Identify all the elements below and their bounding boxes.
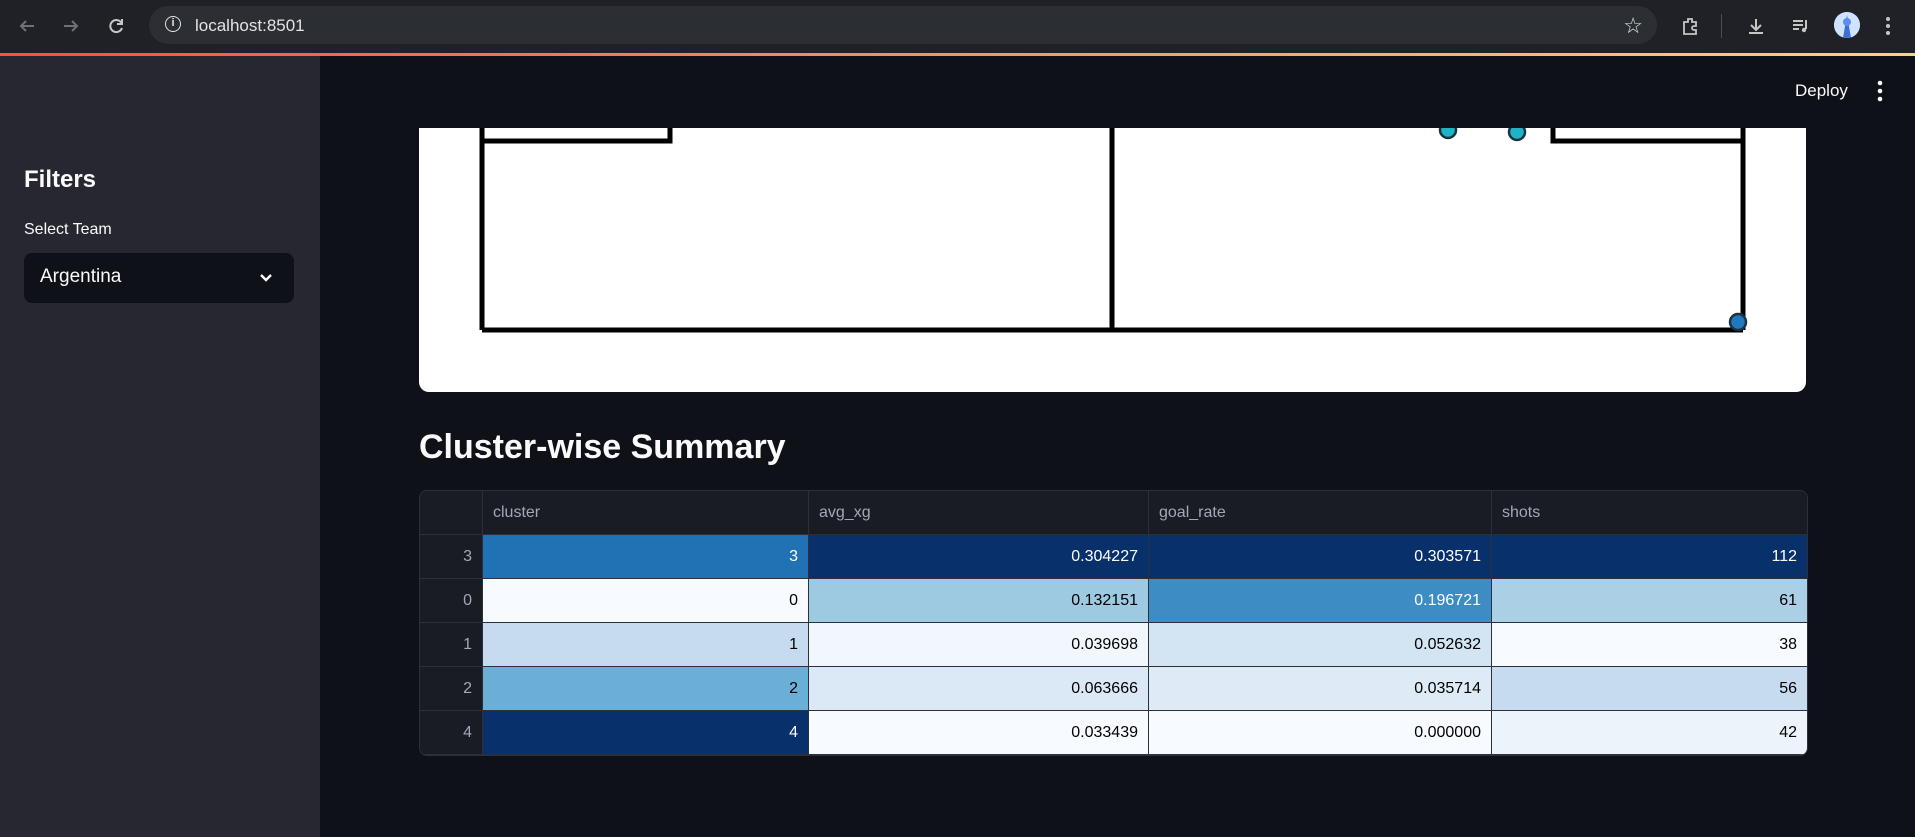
column-header[interactable]: cluster — [483, 491, 809, 535]
bookmark-star-icon[interactable]: ☆ — [1623, 13, 1643, 39]
column-header[interactable]: avg_xg — [809, 491, 1149, 535]
deploy-button[interactable]: Deploy — [1795, 81, 1848, 101]
site-info-icon[interactable]: i — [165, 16, 181, 32]
forward-icon[interactable] — [55, 10, 87, 42]
chevron-down-icon — [260, 274, 272, 282]
table-cell-cluster[interactable]: 0 — [483, 579, 809, 623]
table-cell-goal-rate[interactable]: 0.196721 — [1149, 579, 1492, 623]
team-select-value: Argentina — [40, 266, 122, 287]
browser-menu-icon[interactable] — [1872, 10, 1904, 42]
table-cell-cluster[interactable]: 3 — [483, 535, 809, 579]
team-select[interactable]: Argentina — [24, 253, 294, 303]
summary-title: Cluster-wise Summary — [419, 428, 786, 466]
table-cell-avg-xg[interactable]: 0.039698 — [809, 623, 1149, 667]
table-cell-goal-rate[interactable]: 0.052632 — [1149, 623, 1492, 667]
row-index: 3 — [420, 535, 483, 579]
media-controls-icon[interactable] — [1785, 10, 1817, 42]
row-index: 4 — [420, 711, 483, 755]
pitch-drawing — [479, 128, 1748, 333]
url-text: localhost:8501 — [195, 16, 305, 35]
row-index: 1 — [420, 623, 483, 667]
table-cell-avg-xg[interactable]: 0.132151 — [809, 579, 1149, 623]
table-cell-avg-xg[interactable]: 0.304227 — [809, 535, 1149, 579]
table-cell-cluster[interactable]: 4 — [483, 711, 809, 755]
column-header[interactable]: shots — [1492, 491, 1807, 535]
table-header-row: cluster avg_xg goal_rate shots — [420, 491, 1807, 535]
extensions-icon[interactable] — [1674, 10, 1706, 42]
table-cell-cluster[interactable]: 1 — [483, 623, 809, 667]
table-row: 0 0 0.132151 0.196721 61 — [420, 579, 1807, 623]
table-cell-goal-rate[interactable]: 0.035714 — [1149, 667, 1492, 711]
table-cell-shots[interactable]: 38 — [1492, 623, 1807, 667]
column-header[interactable]: goal_rate — [1149, 491, 1492, 535]
team-select-label: Select Team — [24, 221, 112, 238]
left-penalty-box — [482, 128, 673, 144]
reload-icon[interactable] — [100, 10, 132, 42]
table-cell-shots[interactable]: 42 — [1492, 711, 1807, 755]
shot-marker — [1438, 128, 1458, 140]
table-cell-avg-xg[interactable]: 0.033439 — [809, 711, 1149, 755]
right-penalty-box — [1550, 128, 1743, 144]
table-cell-goal-rate[interactable]: 0.303571 — [1149, 535, 1492, 579]
main-menu-icon[interactable] — [1870, 78, 1890, 104]
profile-avatar[interactable] — [1834, 12, 1860, 38]
table-row: 1 1 0.039698 0.052632 38 — [420, 623, 1807, 667]
download-icon[interactable] — [1740, 10, 1772, 42]
index-header — [420, 491, 483, 535]
pitch-plot — [419, 128, 1806, 392]
table-cell-avg-xg[interactable]: 0.063666 — [809, 667, 1149, 711]
table-row: 2 2 0.063666 0.035714 56 — [420, 667, 1807, 711]
table-row: 4 4 0.033439 0.000000 42 — [420, 711, 1807, 755]
cluster-summary-table[interactable]: cluster avg_xg goal_rate shots 3 3 0.30422… — [419, 490, 1808, 756]
row-index: 0 — [420, 579, 483, 623]
shot-marker — [1728, 312, 1748, 332]
table-cell-shots[interactable]: 56 — [1492, 667, 1807, 711]
sidebar: Filters Select Team Argentina — [0, 56, 320, 837]
table-cell-shots[interactable]: 112 — [1492, 535, 1807, 579]
browser-toolbar: i localhost:8501 ☆ — [0, 0, 1915, 53]
address-bar[interactable]: i localhost:8501 ☆ — [149, 6, 1657, 44]
toolbar-divider — [1721, 14, 1722, 38]
table-cell-cluster[interactable]: 2 — [483, 667, 809, 711]
table-cell-shots[interactable]: 61 — [1492, 579, 1807, 623]
table-cell-goal-rate[interactable]: 0.000000 — [1149, 711, 1492, 755]
shot-marker — [1507, 128, 1527, 142]
table-row: 3 3 0.304227 0.303571 112 — [420, 535, 1807, 579]
back-icon[interactable] — [11, 10, 43, 42]
row-index: 2 — [420, 667, 483, 711]
sidebar-title: Filters — [24, 166, 97, 193]
